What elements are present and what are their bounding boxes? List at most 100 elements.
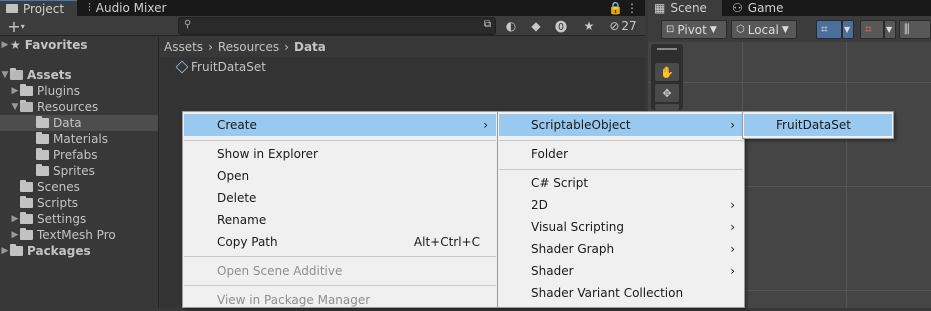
breadcrumb-assets[interactable]: Assets	[164, 40, 203, 54]
breadcrumb-data[interactable]: Data	[294, 40, 326, 54]
tab-audio-mixer[interactable]: ⫶ Audio Mixer	[82, 0, 182, 16]
menu-separator	[184, 285, 496, 286]
expand-arrow-icon[interactable]: ▶	[10, 86, 20, 96]
asset-item-fruitdataset[interactable]: FruitDataSet	[175, 59, 266, 75]
folder-icon	[36, 148, 49, 160]
hidden-count-badge[interactable]: ⊘ 27	[606, 17, 640, 35]
breadcrumb-resources[interactable]: Resources	[218, 40, 279, 54]
menu-item-open-scene-additive: Open Scene Additive	[184, 260, 496, 282]
tab-scene[interactable]: ▦ Scene	[648, 0, 722, 16]
menu-item-create[interactable]: Create ›	[184, 114, 496, 136]
grid-snap-icon: ⌗	[821, 22, 828, 36]
tree-item-materials[interactable]: Materials	[0, 131, 158, 147]
expand-arrow-icon[interactable]: ▶	[0, 40, 10, 50]
tab-game[interactable]: ⚇ Game	[726, 0, 796, 16]
rotate-tool-icon[interactable]	[655, 104, 679, 110]
grid-snap-button[interactable]: ⌗	[816, 20, 842, 39]
more-options-icon[interactable]: ⋮	[626, 0, 638, 16]
menu-item-label: Delete	[217, 191, 257, 205]
ruler-icon: ⫼	[904, 22, 910, 36]
tree-item-packages[interactable]: ▶ Packages	[0, 243, 158, 259]
menu-item-label: C# Script	[531, 176, 589, 190]
chevron-down-icon: ▼	[844, 25, 851, 34]
tab-game-label: Game	[747, 1, 784, 15]
pivot-label: Pivot	[677, 22, 707, 37]
menu-item-label: Shader Variant Collection	[531, 286, 684, 300]
grid-snap-dropdown[interactable]: ▼	[842, 20, 854, 39]
menu-item-label: Shader	[531, 264, 574, 278]
tree-item-label: Scenes	[37, 180, 80, 194]
menu-separator	[184, 140, 496, 141]
chevron-down-icon: ▼	[709, 24, 717, 35]
tree-item-label: Assets	[27, 68, 72, 82]
tree-item-textmesh-pro[interactable]: ▶ TextMesh Pro	[0, 227, 158, 243]
search-input[interactable]: ⚲ ⧉	[178, 17, 496, 35]
breadcrumb: Assets › Resources › Data	[160, 37, 645, 57]
local-label: Local	[747, 22, 779, 37]
ruler-button[interactable]: ⫼	[899, 20, 931, 39]
menu-item-rename[interactable]: Rename	[184, 209, 496, 231]
local-dropdown[interactable]: ⬡ Local ▼	[731, 20, 797, 39]
submenu-arrow-icon: ›	[483, 118, 488, 132]
warning-icon[interactable]: ⓿	[552, 17, 570, 35]
increment-snap-button[interactable]: ⌗	[860, 20, 884, 39]
submenu-arrow-icon: ›	[730, 264, 735, 278]
move-tool-icon[interactable]: ✥	[655, 84, 679, 102]
tree-item-resources[interactable]: ▼ Resources	[0, 99, 158, 115]
favorite-star-icon[interactable]: ★	[580, 17, 598, 35]
submenu-arrow-icon: ›	[730, 118, 735, 132]
menu-item-copy-path[interactable]: Copy Path Alt+Ctrl+C	[184, 231, 496, 253]
menu-item-shader[interactable]: Shader ›	[499, 260, 743, 282]
menu-item-fruitdataset[interactable]: FruitDataSet	[744, 114, 892, 136]
menu-item-2d[interactable]: 2D ›	[499, 194, 743, 216]
star-icon: ★	[10, 38, 21, 52]
tree-item-label: Settings	[37, 212, 87, 226]
menu-item-shader-graph[interactable]: Shader Graph ›	[499, 238, 743, 260]
menu-item-label: View in Package Manager	[217, 293, 371, 307]
expand-arrow-icon[interactable]: ▶	[0, 246, 10, 256]
filter-by-type-icon[interactable]: ◐	[502, 17, 520, 35]
eye-slash-icon: ⊘	[609, 19, 620, 33]
tree-item-sprites[interactable]: Sprites	[0, 163, 158, 179]
collapse-arrow-icon[interactable]: ▼	[0, 70, 10, 80]
menu-item-visual-scripting[interactable]: Visual Scripting ›	[499, 216, 743, 238]
tree-item-scenes[interactable]: Scenes	[0, 179, 158, 195]
drag-handle[interactable]	[657, 48, 677, 50]
tree-item-data[interactable]: Data	[0, 115, 158, 131]
cube-icon: ⬡	[736, 24, 745, 35]
search-options-icon[interactable]: ⧉	[484, 19, 491, 30]
menu-item-shader-variant-collection[interactable]: Shader Variant Collection	[499, 282, 743, 304]
menu-item-delete[interactable]: Delete	[184, 187, 496, 209]
submenu-arrow-icon: ›	[730, 198, 735, 212]
increment-snap-icon: ⌗	[865, 22, 872, 36]
menu-item-open[interactable]: Open	[184, 165, 496, 187]
menu-item-csharp-script[interactable]: C# Script	[499, 172, 743, 194]
tree-item-label: Prefabs	[53, 148, 98, 162]
menu-item-scriptableobject[interactable]: ScriptableObject ›	[499, 114, 743, 136]
add-button[interactable]: + ▾	[4, 17, 28, 36]
tree-item-plugins[interactable]: ▶ Plugins	[0, 83, 158, 99]
menu-item-label: Show in Explorer	[217, 147, 318, 161]
tab-project-label: Project	[23, 1, 65, 16]
increment-snap-dropdown[interactable]: ▼	[884, 20, 896, 39]
folder-icon	[20, 228, 33, 240]
filter-by-label-icon[interactable]: ◆	[527, 17, 545, 35]
search-field[interactable]	[195, 19, 475, 33]
menu-item-label: Open Scene Additive	[217, 264, 343, 278]
tree-item-scripts[interactable]: Scripts	[0, 195, 158, 211]
lock-icon[interactable]: 🔒	[608, 0, 623, 16]
tab-project[interactable]: Project	[0, 0, 77, 16]
tree-item-favorites[interactable]: ▶ ★ Favorites	[0, 37, 158, 53]
tree-item-assets[interactable]: ▼ Assets	[0, 67, 158, 83]
hand-tool-icon[interactable]: ✋	[655, 63, 679, 81]
tree-item-label: Resources	[37, 100, 99, 114]
collapse-arrow-icon[interactable]: ▼	[10, 102, 20, 112]
menu-item-label: Copy Path	[217, 235, 278, 249]
expand-arrow-icon[interactable]: ▶	[10, 230, 20, 240]
menu-item-folder[interactable]: Folder	[499, 143, 743, 165]
tree-item-prefabs[interactable]: Prefabs	[0, 147, 158, 163]
menu-item-show-in-explorer[interactable]: Show in Explorer	[184, 143, 496, 165]
tree-item-settings[interactable]: ▶ Settings	[0, 211, 158, 227]
expand-arrow-icon[interactable]: ▶	[10, 214, 20, 224]
pivot-dropdown[interactable]: ⊡ Pivot ▼	[661, 20, 727, 39]
